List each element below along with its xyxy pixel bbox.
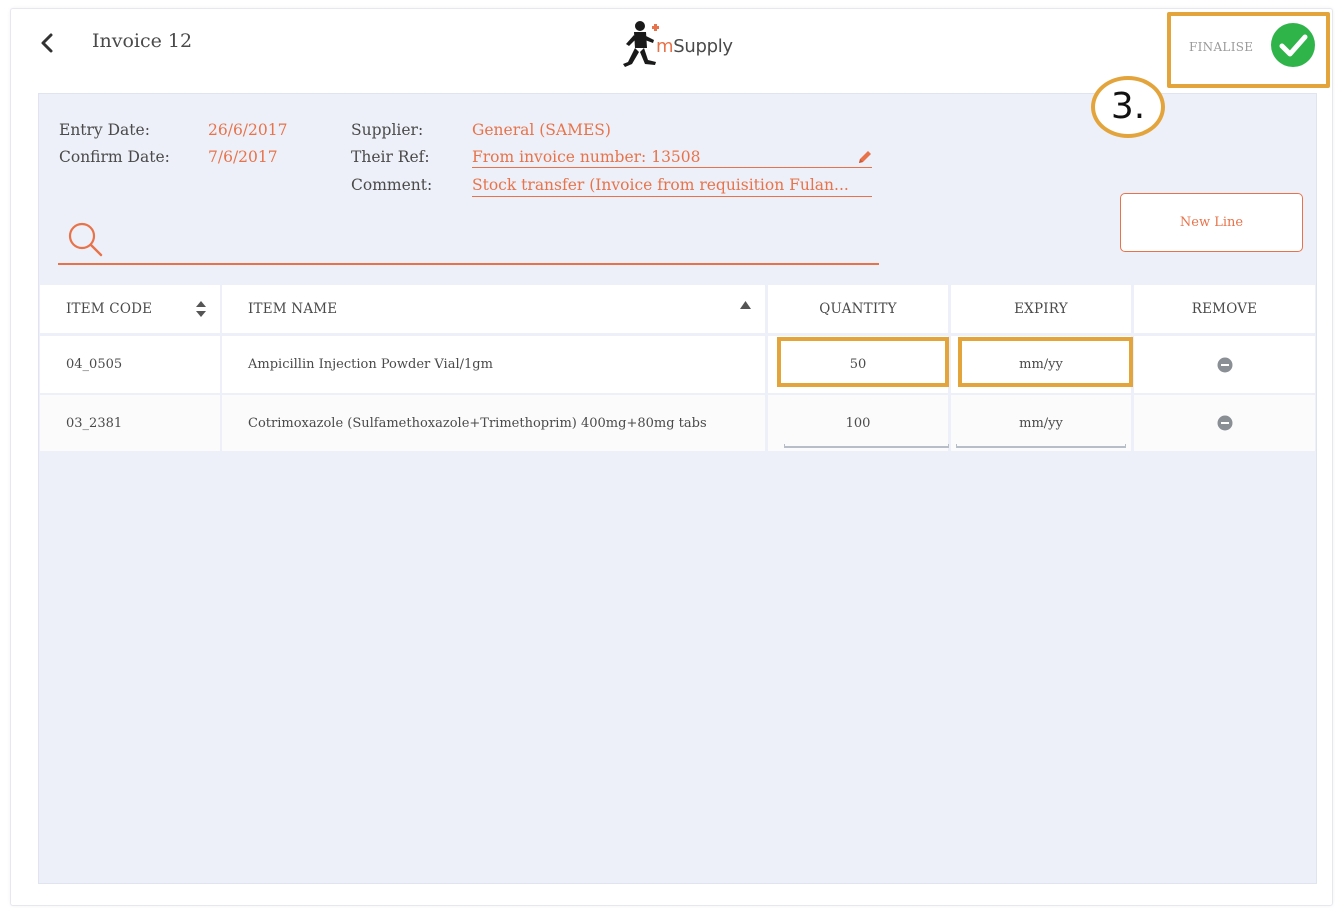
comment-value[interactable]: Stock transfer (Invoice from requisition… (472, 176, 849, 194)
column-header-item-name[interactable]: ITEM NAME (222, 285, 765, 333)
check-circle-icon[interactable] (1270, 22, 1316, 68)
page-title: Invoice 12 (92, 30, 193, 52)
column-header-quantity: QUANTITY (768, 285, 948, 333)
logo-text: mSupply (656, 36, 733, 57)
their-ref-value[interactable]: From invoice number: 13508 (472, 148, 701, 166)
entry-date-label: Entry Date: (59, 121, 150, 139)
column-header-item-code[interactable]: ITEM CODE (40, 285, 220, 333)
quantity-edit-underline (784, 444, 949, 448)
supplier-value: General (SAMES) (472, 121, 611, 139)
expiry-edit-underline (956, 444, 1126, 448)
search-icon (68, 222, 103, 257)
supplier-label: Supplier: (351, 121, 424, 139)
column-header-remove: REMOVE (1134, 285, 1315, 333)
finalise-label[interactable]: FINALISE (1189, 40, 1253, 54)
table-row-2-item-code: 03_2381 (40, 395, 220, 451)
table-row-1-item-name: Ampicillin Injection Powder Vial/1gm (222, 336, 765, 393)
new-line-button[interactable]: New Line (1120, 193, 1303, 252)
remove-icon[interactable] (1217, 415, 1233, 431)
column-header-expiry: EXPIRY (951, 285, 1131, 333)
table-row-1-item-code: 04_0505 (40, 336, 220, 393)
comment-label: Comment: (351, 176, 433, 194)
pencil-icon[interactable] (856, 148, 874, 166)
table-row-2-item-name: Cotrimoxazole (Sulfamethoxazole+Trimetho… (222, 395, 765, 451)
search-input[interactable] (112, 226, 872, 258)
table-row-2-expiry-input[interactable]: mm/yy (951, 395, 1131, 451)
their-ref-label: Their Ref: (351, 148, 430, 166)
entry-date-value: 26/6/2017 (208, 121, 288, 139)
table-row-1-expiry-input[interactable]: mm/yy (951, 336, 1131, 393)
confirm-date-value: 7/6/2017 (208, 148, 278, 166)
remove-icon[interactable] (1217, 357, 1233, 373)
search-underline (58, 263, 879, 265)
table-row-2-quantity-input[interactable]: 100 (768, 395, 948, 451)
table-row-1-remove[interactable] (1134, 336, 1315, 393)
table-row-1-quantity-input[interactable]: 50 (768, 336, 948, 393)
chevron-left-icon[interactable] (36, 30, 58, 56)
sort-icon[interactable] (194, 299, 208, 319)
sort-ascending-icon[interactable] (739, 300, 752, 310)
confirm-date-label: Confirm Date: (59, 148, 170, 166)
table-row-2-remove[interactable] (1134, 395, 1315, 451)
step-number-badge: 3. (1091, 76, 1165, 138)
